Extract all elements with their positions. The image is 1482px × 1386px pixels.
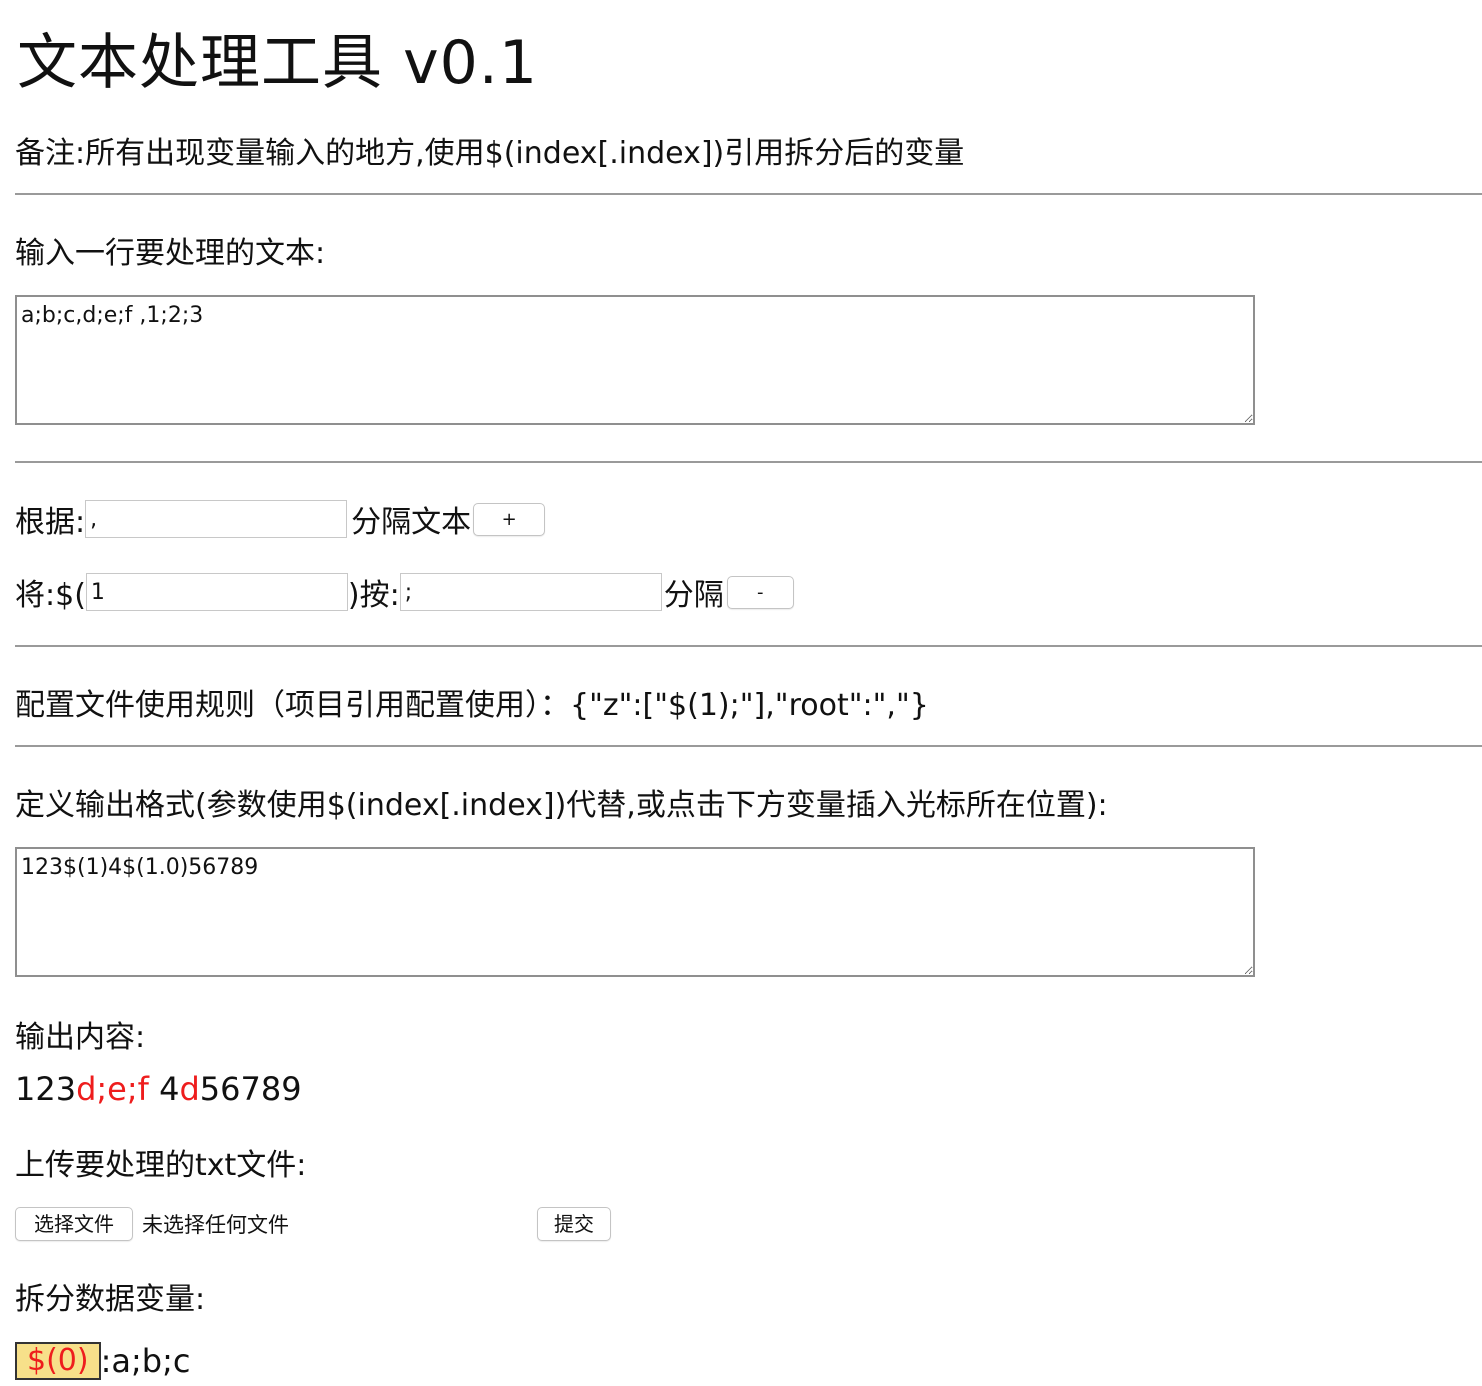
divider	[15, 645, 1482, 647]
output-format-label: 定义输出格式(参数使用$(index[.index])代替,或点击下方变量插入光…	[15, 788, 1108, 823]
separator-by-label: )按:	[347, 578, 400, 613]
add-split-button[interactable]: +	[473, 502, 546, 536]
usage-note: 备注:所有出现变量输入的地方,使用$(index[.index])引用拆分后的变…	[15, 136, 965, 171]
input-text-label: 输入一行要处理的文本:	[15, 236, 326, 271]
divider	[15, 193, 1482, 195]
take-variable-label: 将:$(	[15, 578, 86, 613]
split-by-input[interactable]	[85, 500, 348, 538]
config-rule-text: 配置文件使用规则（项目引用配置使用）：{"z":["$(1);"],"root"…	[15, 688, 929, 723]
variable-item: $(0) :a;b;c	[15, 1342, 190, 1380]
output-part-variable: d;e;f	[76, 1070, 160, 1108]
no-file-text: 未选择任何文件	[142, 1213, 289, 1237]
submit-button[interactable]: 提交	[537, 1207, 611, 1241]
separator-input[interactable]	[399, 573, 662, 611]
page-title: 文本处理工具 v0.1	[17, 28, 538, 98]
divider	[15, 461, 1482, 463]
output-content-label: 输出内容:	[15, 1020, 146, 1055]
remove-split-button[interactable]: -	[726, 575, 794, 609]
output-content: 123d;e;f 4d56789	[15, 1070, 302, 1108]
split-variables-label: 拆分数据变量:	[15, 1282, 206, 1317]
output-part: 56789	[199, 1070, 302, 1108]
choose-file-button[interactable]: 选择文件	[15, 1207, 133, 1241]
output-part: 123	[15, 1070, 77, 1108]
split-rule-row: 将:$( )按: 分隔 -	[15, 570, 794, 614]
variable-value: :a;b;c	[100, 1342, 191, 1380]
output-format-area[interactable]: 123$(1)4$(1.0)56789	[15, 847, 1255, 977]
output-part: 4	[159, 1070, 180, 1108]
split-text-label: 分隔文本	[351, 505, 472, 540]
input-text-area[interactable]: a;b;c,d;e;f ,1;2;3	[15, 295, 1255, 425]
output-part-variable: d	[179, 1070, 200, 1108]
upload-label: 上传要处理的txt文件:	[15, 1148, 307, 1183]
variable-index-input[interactable]	[85, 573, 348, 611]
split-label: 分隔	[663, 578, 724, 613]
file-upload-row: 选择文件 未选择任何文件 提交	[15, 1206, 611, 1242]
split-by-row: 根据: 分隔文本 +	[15, 497, 546, 541]
divider	[15, 745, 1482, 747]
page: 文本处理工具 v0.1 备注:所有出现变量输入的地方,使用$(index[.in…	[0, 0, 1482, 1386]
split-by-label: 根据:	[15, 505, 86, 540]
variable-chip[interactable]: $(0)	[15, 1342, 101, 1380]
